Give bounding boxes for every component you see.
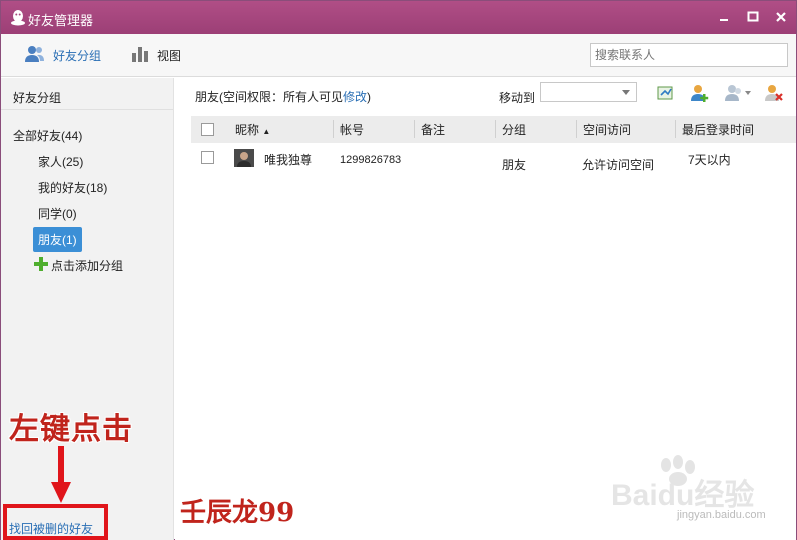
add-friend-icon[interactable] xyxy=(690,83,710,103)
tab-friend-groups[interactable]: 好友分组 xyxy=(25,45,101,65)
column-divider xyxy=(576,120,577,138)
column-label: 昵称 xyxy=(235,123,260,137)
sidebar: 好友分组 全部好友(44) 家人(25) 我的好友(18) 同学(0) 朋友(1… xyxy=(1,78,174,540)
group-classmates[interactable]: 同学(0) xyxy=(38,205,77,222)
permission-text: 朋友(空间权限：所有人可见 xyxy=(195,90,343,104)
recover-deleted-friends-link[interactable]: 找回被删的好友 xyxy=(9,520,93,537)
column-remark[interactable]: 备注 xyxy=(421,121,445,138)
column-group[interactable]: 分组 xyxy=(502,121,526,138)
column-space-access[interactable]: 空间访问 xyxy=(583,121,631,138)
chevron-down-icon xyxy=(622,90,630,95)
group-permission-line: 朋友(空间权限：所有人可见修改) xyxy=(195,88,371,105)
move-to-dropdown[interactable] xyxy=(540,82,637,102)
export-icon[interactable] xyxy=(656,83,676,103)
modify-link[interactable]: 修改 xyxy=(343,90,367,104)
qq-penguin-icon xyxy=(10,9,26,26)
friend-manager-window: 好友管理器 好友分组 视图 搜索联系人 好友分组 全部好友(44) 家人(25)… xyxy=(0,0,797,540)
cell-group: 朋友 xyxy=(502,158,527,172)
title-bar[interactable]: 好友管理器 xyxy=(1,1,796,34)
delete-friend-icon[interactable] xyxy=(764,83,784,103)
add-group-label: 点击添加分组 xyxy=(51,259,124,273)
column-divider xyxy=(495,120,496,138)
cell-nickname: 唯我独尊 xyxy=(264,153,313,167)
plus-icon xyxy=(34,257,48,274)
minimize-icon[interactable] xyxy=(716,9,732,25)
friends-icon xyxy=(25,45,45,66)
column-last-login[interactable]: 最后登录时间 xyxy=(682,121,754,138)
divider xyxy=(1,109,173,110)
permission-close: ) xyxy=(367,90,372,104)
author-signature: 壬辰龙99 xyxy=(180,498,295,528)
column-account[interactable]: 帐号 xyxy=(340,121,364,138)
column-divider xyxy=(333,120,334,138)
move-to-label: 移动到 xyxy=(499,91,536,105)
add-group-button[interactable]: 点击添加分组 xyxy=(34,257,123,274)
tab-label: 视图 xyxy=(157,48,182,63)
select-all-checkbox[interactable] xyxy=(201,123,214,136)
sidebar-header: 好友分组 xyxy=(13,91,62,105)
group-my-friends[interactable]: 我的好友(18) xyxy=(38,179,107,196)
search-input[interactable] xyxy=(590,43,788,67)
tab-label: 好友分组 xyxy=(53,48,102,63)
toolbar: 好友分组 视图 xyxy=(1,34,796,77)
group-family[interactable]: 家人(25) xyxy=(38,153,83,170)
sort-ascending-icon: ▲ xyxy=(262,127,271,136)
window-title: 好友管理器 xyxy=(28,13,94,28)
tab-view[interactable]: 视图 xyxy=(131,45,181,65)
down-arrow-icon xyxy=(51,446,71,507)
column-divider xyxy=(675,120,676,138)
cell-space-access: 允许访问空间 xyxy=(582,158,655,172)
column-nickname[interactable]: 昵称 ▲ xyxy=(235,121,270,138)
column-divider xyxy=(414,120,415,138)
cell-last-login: 7天以内 xyxy=(688,153,731,167)
avatar xyxy=(234,149,254,167)
group-icon[interactable] xyxy=(724,83,752,103)
table-header: 昵称 ▲ 帐号 备注 分组 空间访问 最后登录时间 xyxy=(191,116,796,143)
group-all-friends[interactable]: 全部好友(44) xyxy=(13,127,82,144)
close-icon[interactable] xyxy=(773,9,789,25)
maximize-icon[interactable] xyxy=(745,9,761,25)
group-friends-selected[interactable]: 朋友(1) xyxy=(33,227,82,252)
cell-account: 1299826783 xyxy=(340,154,402,166)
watermark-url: jingyan.baidu.com xyxy=(677,509,766,521)
watermark-text: Baidu经验 xyxy=(611,478,754,512)
annotation-callout: 左键点击 xyxy=(9,412,133,447)
bar-chart-icon xyxy=(131,45,149,66)
row-checkbox[interactable] xyxy=(201,151,214,164)
table-row[interactable]: 唯我独尊 1299826783 朋友 允许访问空间 7天以内 xyxy=(191,145,796,177)
